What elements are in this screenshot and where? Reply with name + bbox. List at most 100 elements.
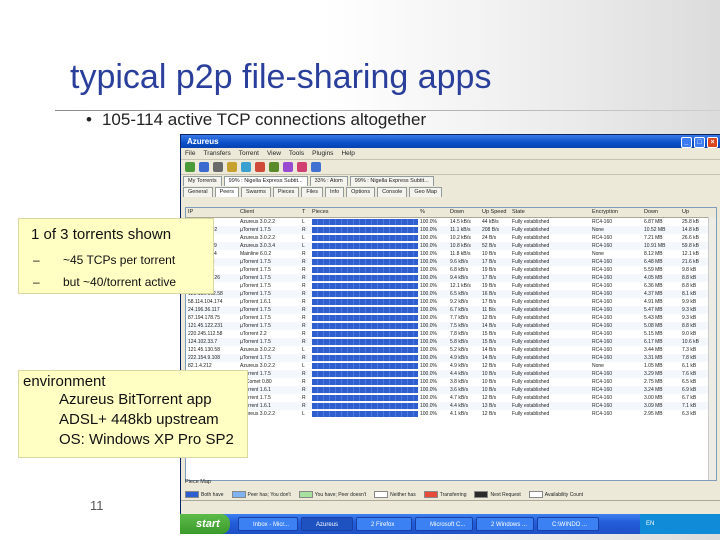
- col-percent[interactable]: %: [418, 208, 448, 217]
- task-firefox[interactable]: 2 Firefox: [356, 517, 412, 531]
- table-row[interactable]: 212.38.1.114Mainline 6.0.2R100.0%11.8 kB…: [186, 250, 716, 258]
- cell-down: 5.15 MB: [644, 331, 663, 337]
- cell-type: L: [302, 243, 305, 249]
- open-url-icon[interactable]: [199, 162, 209, 172]
- col-pieces[interactable]: Pieces: [310, 208, 418, 217]
- queue-icon[interactable]: [241, 162, 251, 172]
- col-ip[interactable]: IP: [186, 208, 238, 217]
- menu-torrent[interactable]: Torrent: [239, 148, 259, 159]
- piece-map-tab[interactable]: Piece Map: [185, 479, 211, 485]
- cell-down: 5.47 MB: [644, 307, 663, 313]
- tab-torrent-nigella-2[interactable]: 99% : Nigella Express Subtit...: [349, 176, 434, 186]
- remove-icon[interactable]: [255, 162, 265, 172]
- open-torrent-icon[interactable]: [185, 162, 195, 172]
- table-row[interactable]: 66.152.2.119Azureus 3.0.3.4L100.0%10.8 k…: [186, 242, 716, 250]
- col-encryption[interactable]: Encryption: [590, 208, 642, 217]
- table-row[interactable]: 89.101.8.47µTorrent 1.6.1R100.0%3.6 kB/s…: [186, 386, 716, 394]
- tab-swarms[interactable]: Swarms: [240, 187, 271, 197]
- close-button[interactable]: ×: [707, 137, 718, 148]
- menu-file[interactable]: File: [185, 148, 195, 159]
- task-inbox[interactable]: Inbox - Micr...: [238, 517, 298, 531]
- tab-torrent-atom[interactable]: 33% : Atom: [309, 176, 348, 186]
- col-state[interactable]: State: [510, 208, 590, 217]
- cell-down: 3.09 MB: [644, 403, 663, 409]
- cell-up-speed: 10 B/s: [482, 387, 497, 393]
- table-row[interactable]: 87.194.178.75 µTorrent 1.7.5 R 100.0% 7.7 kB…: [186, 314, 716, 322]
- tab-options[interactable]: Options: [346, 187, 376, 197]
- minimize-button[interactable]: _: [681, 137, 692, 148]
- task-azureus[interactable]: Azureus: [301, 517, 353, 531]
- table-row[interactable]: 121.189.162.58 µTorrent 1.7.5 R 100.0% 6.5 k…: [186, 290, 716, 298]
- table-row[interactable]: 84.212.14.126µTorrent 1.7.5R100.0%9.4 kB…: [186, 274, 716, 282]
- cell-up-speed: 15 B/s: [482, 339, 497, 345]
- col-up-speed[interactable]: Up Speed: [480, 208, 510, 217]
- window-titlebar[interactable]: Azureus _ □ ×: [181, 135, 720, 148]
- tab-info[interactable]: Info: [324, 187, 345, 197]
- tab-my-torrents[interactable]: My Torrents: [183, 176, 222, 186]
- table-row[interactable]: 220.245.112.58 uTorrent 2.2 R 100.0% 7.8 kB/…: [186, 330, 716, 338]
- cell-encryption: RC4-160: [592, 315, 613, 321]
- table-row[interactable]: 222.154.9.108 µTorrent 1.7.5 R 100.0% 4.9 kB…: [186, 354, 716, 362]
- table-row[interactable]: 82.1.4.212 Azureus 3.0.2.2 L 100.0% 4.9 kB/s…: [186, 362, 716, 370]
- table-row[interactable]: 86.7.84.11µTorrent 1.7.5R100.0%4.4 kB/s1…: [186, 370, 716, 378]
- table-row[interactable]: 121.45.130.58 Azureus 3.0.2.2 L 100.0% 5.2 k…: [186, 346, 716, 354]
- cell-state: Fully established: [512, 331, 550, 337]
- peers-scrollbar[interactable]: [708, 217, 716, 480]
- tab-geo-map[interactable]: Geo Map: [409, 187, 442, 197]
- language-indicator[interactable]: EN: [646, 521, 654, 527]
- down-icon[interactable]: [283, 162, 293, 172]
- task-microsoft[interactable]: Microsoft C...: [415, 517, 473, 531]
- cell-type: L: [302, 235, 305, 241]
- table-row[interactable]: 64.71.12.14µTorrent 1.6.1R100.0%4.4 kB/s…: [186, 402, 716, 410]
- menu-tools[interactable]: Tools: [289, 148, 304, 159]
- table-row[interactable]: 78.86.72.192µTorrent 1.7.5R100.0%11.1 kB…: [186, 226, 716, 234]
- table-row[interactable]: 85.4.152.64Azureus 3.0.2.2L100.0%4.1 kB/…: [186, 410, 716, 418]
- table-row[interactable]: 85.14.8.83BitComet 0.80R100.0%3.8 kB/s10…: [186, 378, 716, 386]
- tab-torrent-nigella-1[interactable]: 99% : Nigella Express Subtit...: [223, 176, 308, 186]
- menu-help[interactable]: Help: [341, 148, 354, 159]
- cell-down-speed: 4.9 kB/s: [450, 363, 469, 369]
- table-row[interactable]: 88.88.88.77Azureus 3.0.2.2L100.0%10.2 kB…: [186, 234, 716, 242]
- col-down-speed[interactable]: Down Speed: [448, 208, 480, 217]
- menu-plugins[interactable]: Plugins: [312, 148, 333, 159]
- menu-transfers[interactable]: Transfers: [203, 148, 230, 159]
- start-icon[interactable]: [227, 162, 237, 172]
- cell-down-speed: 12.1 kB/s: [450, 283, 471, 289]
- cell-down: 3.00 MB: [644, 395, 663, 401]
- cell-pct: 100.0%: [420, 411, 437, 417]
- maximize-button[interactable]: □: [694, 137, 705, 148]
- table-row[interactable]: 81.84.77.95µTorrent 1.7.5R100.0%6.8 kB/s…: [186, 266, 716, 274]
- pieces-bar: [310, 290, 418, 298]
- legend-label: Availability Count: [544, 491, 584, 498]
- col-client[interactable]: Client: [238, 208, 300, 217]
- table-row[interactable]: 124.102.33.7 µTorrent 1.7.5 R 100.0% 5.8 kB/…: [186, 338, 716, 346]
- tab-peers[interactable]: Peers: [214, 187, 239, 197]
- task-windows[interactable]: 2 Windows ...: [476, 517, 534, 531]
- tab-general[interactable]: General: [183, 187, 213, 197]
- pieces-bar: [310, 266, 418, 274]
- cell-state: Fully established: [512, 339, 550, 345]
- table-row[interactable]: 84.212.8.28µTorrent 1.7.5R100.0%9.6 kB/s…: [186, 258, 716, 266]
- tab-console[interactable]: Console: [377, 187, 408, 197]
- cell-type: R: [302, 283, 306, 289]
- table-row[interactable]: 71.205.4.145µTorrent 1.7.5R100.0%4.7 kB/…: [186, 394, 716, 402]
- cell-down-speed: 9.6 kB/s: [450, 259, 469, 265]
- config-icon[interactable]: [311, 162, 321, 172]
- table-row[interactable]: 58.114.104.174 µTorrent 1.6.1 R 100.0% 9.2 k…: [186, 298, 716, 306]
- start-button[interactable]: start: [180, 514, 230, 534]
- bullet-connections: • 105-114 active TCP connections altogeth…: [86, 110, 426, 130]
- table-row[interactable]: 195.88.7.37µTorrent 1.7.5R100.0%12.1 kB/…: [186, 282, 716, 290]
- task-cmd[interactable]: C:\WINDO ...: [537, 517, 599, 531]
- up-icon[interactable]: [269, 162, 279, 172]
- tab-files[interactable]: Files: [301, 187, 323, 197]
- col-down[interactable]: Down: [642, 208, 680, 217]
- tab-pieces[interactable]: Pieces: [272, 187, 300, 197]
- new-torrent-icon[interactable]: [213, 162, 223, 172]
- menu-view[interactable]: View: [267, 148, 281, 159]
- table-row[interactable]: 121.45.122.231 µTorrent 1.7.5 R 100.0% 7.5 k…: [186, 322, 716, 330]
- table-row[interactable]: 24.196.36.117 µTorrent 1.7.5 R 100.0% 6.7 kB…: [186, 306, 716, 314]
- col-type[interactable]: T: [300, 208, 310, 217]
- col-up[interactable]: Up: [680, 208, 716, 217]
- table-row[interactable]: 78.88.8.13Azureus 3.0.2.2L100.0%14.5 kB/…: [186, 218, 716, 226]
- stop-icon[interactable]: [297, 162, 307, 172]
